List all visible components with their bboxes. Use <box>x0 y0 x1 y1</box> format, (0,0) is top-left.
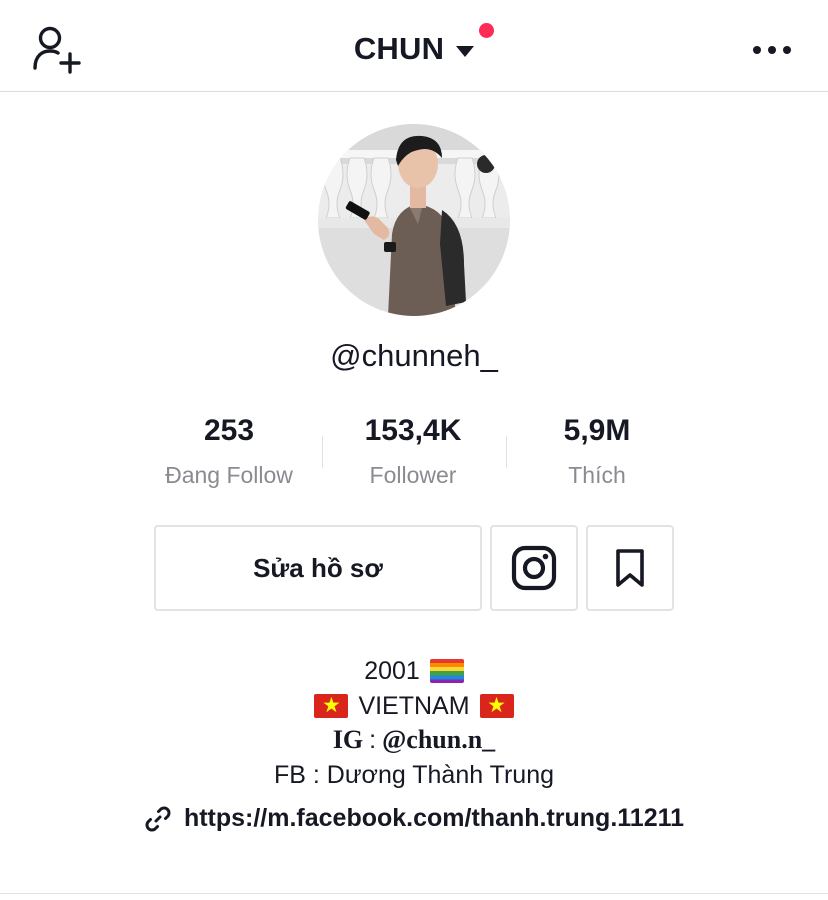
bio-ig-separator: : <box>369 726 377 754</box>
followers-label: Follower <box>369 462 457 488</box>
profile-link[interactable]: https://m.facebook.com/thanh.trung.11211 <box>0 804 828 833</box>
caret-down-icon <box>456 45 475 57</box>
bookmark-icon <box>616 549 644 587</box>
avatar[interactable] <box>318 124 510 316</box>
more-horizontal-icon <box>753 46 791 54</box>
bio-country: VIETNAM <box>358 691 470 720</box>
bio-line: 2001 <box>0 654 828 689</box>
bio-line: FB : Dương Thành Trung <box>0 758 828 793</box>
followers-count: 153,4K <box>364 414 462 447</box>
instagram-icon <box>511 545 557 591</box>
favorites-button[interactable] <box>586 525 674 611</box>
username: @chunneh_ <box>330 338 498 373</box>
account-switcher[interactable]: CHUN <box>0 28 828 70</box>
more-options-button[interactable] <box>744 30 800 70</box>
stat-likes[interactable]: 5,9M Thích <box>507 410 687 489</box>
instagram-button[interactable] <box>490 525 578 611</box>
following-count: 253 <box>203 414 255 447</box>
likes-label: Thích <box>568 462 626 488</box>
likes-count: 5,9M <box>563 414 631 447</box>
bio: 2001 VIETNAM IG : @chun.n_ FB : Dương Th… <box>0 654 828 792</box>
bio-line: IG : @chun.n_ <box>0 723 828 758</box>
bio-ig-prefix: IG <box>332 725 364 754</box>
bio-line: VIETNAM <box>0 689 828 724</box>
page-title: CHUN <box>353 31 445 66</box>
bio-year: 2001 <box>364 657 420 685</box>
vietnam-flag-icon <box>479 691 514 721</box>
top-bar: CHUN <box>0 0 828 92</box>
stat-followers[interactable]: 153,4K Follower <box>323 410 503 489</box>
bio-ig-handle: @chun.n_ <box>382 725 496 754</box>
rainbow-flag-icon <box>429 659 464 684</box>
bio-facebook: FB : Dương Thành Trung <box>273 760 555 789</box>
notification-dot <box>479 23 494 38</box>
following-label: Đang Follow <box>165 462 293 488</box>
vietnam-flag-icon <box>314 691 349 721</box>
profile-photo <box>318 124 510 316</box>
stat-following[interactable]: 253 Đang Follow <box>139 410 319 489</box>
edit-profile-button[interactable]: Sửa hồ sơ <box>154 525 482 611</box>
profile-link-url: https://m.facebook.com/thanh.trung.11211 <box>183 804 685 832</box>
divider <box>0 893 828 894</box>
edit-profile-label: Sửa hồ sơ <box>253 552 383 583</box>
link-icon <box>145 806 171 831</box>
